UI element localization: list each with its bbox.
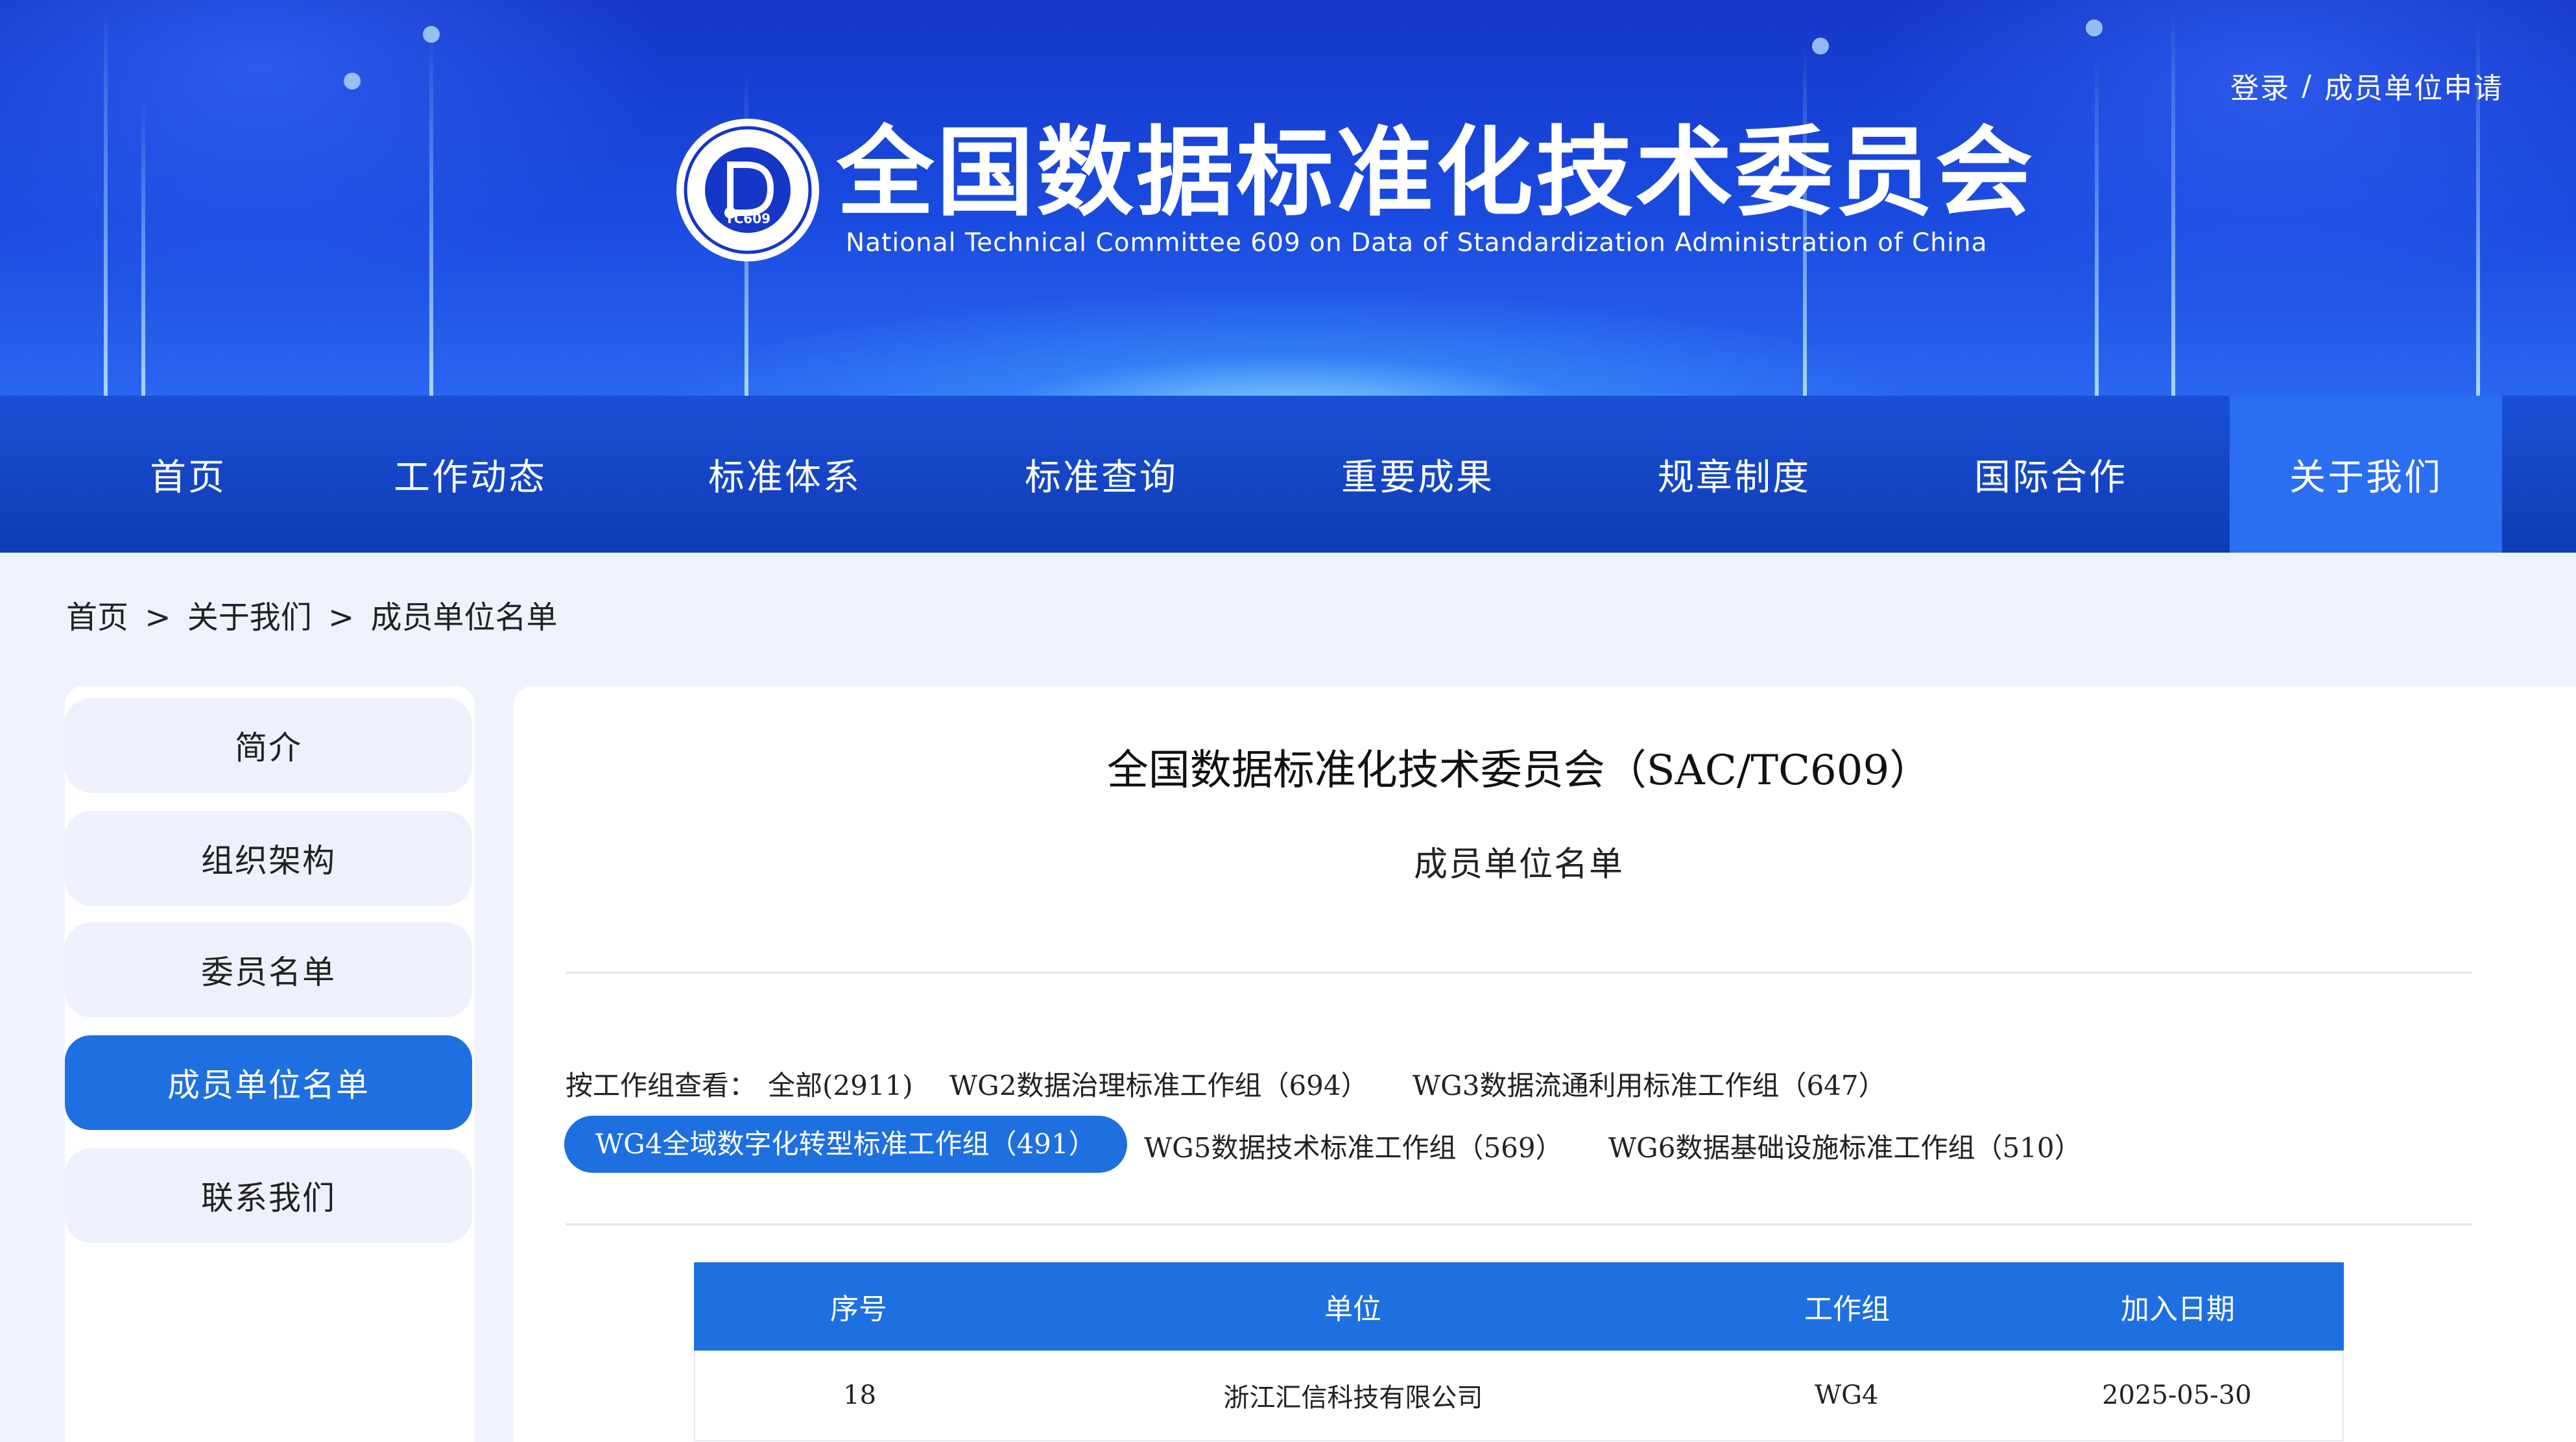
nav-standard-system[interactable]: 标准体系: [649, 396, 921, 553]
column-header-index: 序号: [830, 1293, 887, 1326]
site-subtitle: National Technical Committee 609 on Data…: [846, 228, 1988, 258]
header-banner: 登录 / 成员单位申请 TC609 全国数据标准化技术委员会 National …: [0, 0, 2576, 396]
nav-work-news[interactable]: 工作动态: [334, 396, 606, 553]
page-subtitle: 成员单位名单: [1413, 845, 1624, 884]
sidebar-item-committee-members[interactable]: 委员名单: [65, 922, 472, 1017]
top-links: 登录 / 成员单位申请: [2230, 65, 2503, 106]
light-beam: [2171, 6, 2175, 396]
sidebar-item-member-units[interactable]: 成员单位名单: [65, 1035, 472, 1130]
filter-wg6[interactable]: WG6数据基础设施标准工作组（510）: [1608, 1126, 2082, 1166]
filter-label: 按工作组查看：: [566, 1070, 757, 1101]
sidebar-item-intro[interactable]: 简介: [65, 698, 472, 793]
nav-standard-query[interactable]: 标准查询: [965, 396, 1237, 553]
member-apply-link[interactable]: 成员单位申请: [2324, 65, 2503, 106]
light-dot: [423, 26, 440, 43]
cell-join-date: 2025-05-30: [2102, 1380, 2252, 1410]
sidebar-item-organization[interactable]: 组织架构: [65, 811, 472, 906]
committee-seal-icon: TC609: [676, 119, 819, 261]
nav-international[interactable]: 国际合作: [1914, 396, 2187, 553]
link-separator: /: [2302, 69, 2313, 102]
main-nav: 首页 工作动态 标准体系 标准查询 重要成果 规章制度 国际合作 关于我们: [0, 396, 2576, 553]
svg-text:TC609: TC609: [725, 211, 770, 226]
login-link[interactable]: 登录: [2230, 65, 2290, 106]
filter-all[interactable]: 全部(2911): [768, 1064, 913, 1103]
page-title: 全国数据标准化技术委员会（SAC/TC609）: [1106, 747, 1931, 795]
light-beam: [2095, 58, 2099, 396]
table-header: 序号 单位 工作组 加入日期: [694, 1262, 2344, 1351]
breadcrumb-separator: >: [145, 599, 171, 636]
column-header-join-date: 加入日期: [2121, 1293, 2235, 1326]
breadcrumb-about-us[interactable]: 关于我们: [187, 599, 312, 636]
sidebar: 简介 组织架构 委员名单 成员单位名单 联系我们: [65, 686, 475, 1442]
breadcrumb-separator: >: [328, 599, 355, 636]
light-dot: [344, 73, 361, 90]
breadcrumb: 首页 > 关于我们 > 成员单位名单: [66, 592, 558, 637]
filter-wg3[interactable]: WG3数据流通利用标准工作组（647）: [1413, 1064, 1886, 1103]
column-header-working-group: 工作组: [1804, 1293, 1890, 1326]
breadcrumb-current: 成员单位名单: [370, 599, 558, 636]
site-title: 全国数据标准化技术委员会: [837, 117, 2036, 230]
member-table: 序号 单位 工作组 加入日期 18 浙江汇信科技有限公司 WG4 2025-05…: [694, 1262, 2344, 1441]
light-dot: [2086, 19, 2103, 36]
content-panel: 全国数据标准化技术委员会（SAC/TC609） 成员单位名单 按工作组查看： 全…: [514, 686, 2576, 1442]
cell-index: 18: [843, 1380, 877, 1410]
light-beam: [104, 6, 108, 396]
nav-achievements[interactable]: 重要成果: [1282, 396, 1554, 553]
divider: [566, 972, 2472, 974]
filter-wg4[interactable]: WG4全域数字化转型标准工作组（491）: [564, 1116, 1127, 1173]
filter-wg5[interactable]: WG5数据技术标准工作组（569）: [1144, 1126, 1563, 1166]
column-header-unit: 单位: [1324, 1293, 1381, 1326]
light-beam: [429, 32, 433, 396]
filter-wg2[interactable]: WG2数据治理标准工作组（694）: [949, 1064, 1368, 1103]
nav-about-us[interactable]: 关于我们: [2230, 396, 2502, 553]
sidebar-item-contact-us[interactable]: 联系我们: [65, 1148, 472, 1243]
cell-working-group: WG4: [1814, 1380, 1879, 1410]
light-beam: [141, 97, 145, 396]
table-row: 18 浙江汇信科技有限公司 WG4 2025-05-30: [694, 1351, 2344, 1441]
nav-regulations[interactable]: 规章制度: [1598, 396, 1870, 553]
light-dot: [1812, 38, 1829, 54]
breadcrumb-home[interactable]: 首页: [66, 599, 128, 636]
cell-unit: 浙江汇信科技有限公司: [1223, 1383, 1483, 1413]
nav-home[interactable]: 首页: [52, 396, 324, 553]
divider: [566, 1223, 2472, 1225]
